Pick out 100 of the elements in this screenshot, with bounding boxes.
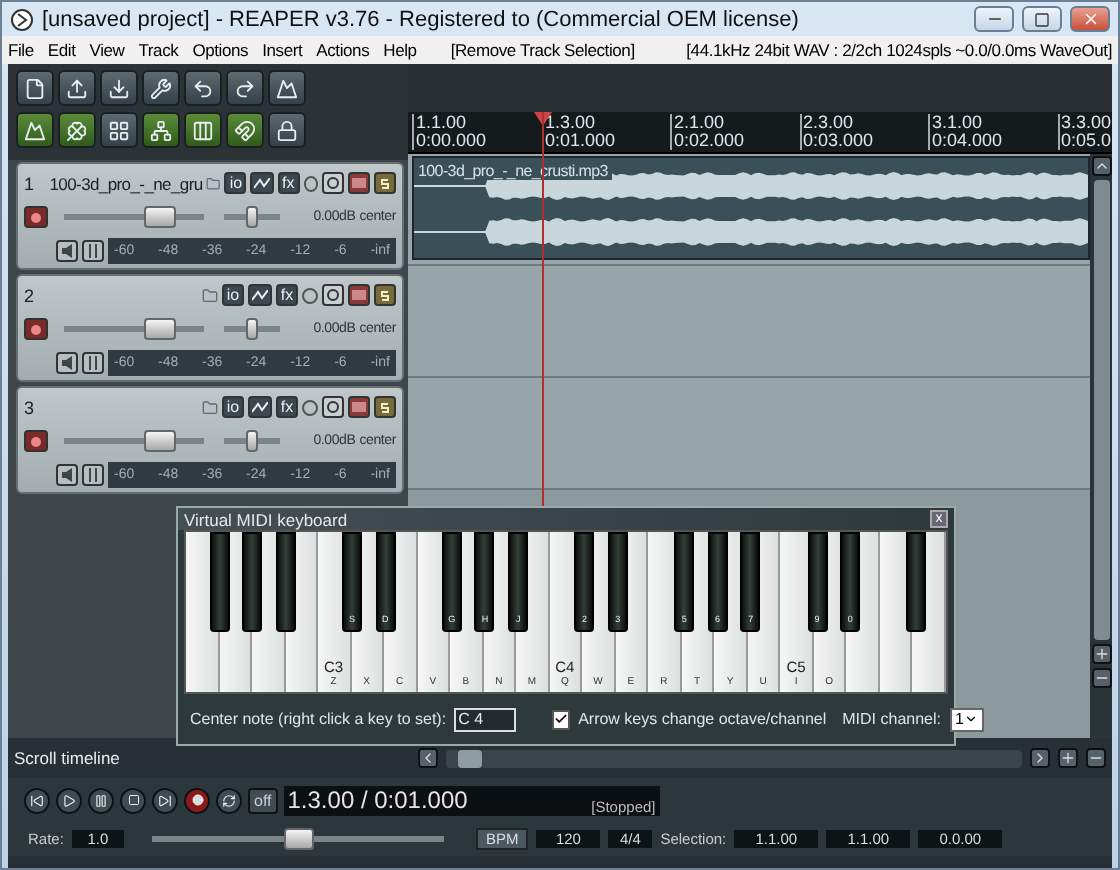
scroll-up-button[interactable] xyxy=(1091,156,1111,176)
record-arm-button[interactable] xyxy=(24,206,48,228)
io-button[interactable]: io xyxy=(222,396,244,418)
zoom-in-button[interactable] xyxy=(1091,644,1111,664)
toolbar-button[interactable] xyxy=(184,70,222,106)
pan-knob[interactable] xyxy=(246,206,258,228)
midi-channel-select[interactable]: 1 xyxy=(949,707,984,731)
volume-fader[interactable] xyxy=(143,206,176,228)
toolbar-button[interactable] xyxy=(268,70,306,106)
fx-button[interactable]: fx xyxy=(277,172,300,194)
menu-item[interactable]: Track xyxy=(138,40,179,60)
check-icon xyxy=(554,712,569,726)
io-button[interactable]: io xyxy=(224,172,247,194)
fx-bypass-dot[interactable] xyxy=(302,399,318,415)
off-button[interactable]: off xyxy=(248,787,278,813)
play-button[interactable] xyxy=(56,787,82,813)
toolbar-button[interactable] xyxy=(16,112,54,148)
zoom-in-button[interactable] xyxy=(1058,748,1078,768)
toolbar-button[interactable] xyxy=(58,70,96,106)
menu-item[interactable]: Actions xyxy=(316,40,370,60)
zoom-out-button[interactable] xyxy=(1091,668,1111,688)
horizontal-scrollbar[interactable] xyxy=(446,749,1022,767)
monitor-icon xyxy=(87,243,99,257)
record-button[interactable] xyxy=(184,787,210,813)
volume-fader[interactable] xyxy=(143,318,176,340)
toolbar-button[interactable] xyxy=(268,112,306,148)
phase-button[interactable] xyxy=(322,172,345,194)
envelope-button[interactable] xyxy=(250,172,274,194)
piano-key[interactable] xyxy=(906,532,927,632)
folder-icon xyxy=(206,175,221,191)
input-button[interactable] xyxy=(56,351,78,373)
scroll-left-button[interactable] xyxy=(418,748,438,768)
position-text: 1.3.00 / 0:01.000 xyxy=(287,786,468,814)
record-arm-button[interactable] xyxy=(24,430,48,452)
vertical-scrollbar[interactable] xyxy=(1090,154,1112,738)
pause-button[interactable] xyxy=(88,787,114,813)
menu-item[interactable]: View xyxy=(89,40,125,60)
phase-button[interactable] xyxy=(322,284,344,306)
go-to-start-button[interactable] xyxy=(24,787,50,813)
solo-button[interactable] xyxy=(374,396,396,418)
midi-channel-label: MIDI channel: xyxy=(842,710,941,728)
input-button[interactable] xyxy=(56,239,78,261)
monitor-button[interactable] xyxy=(82,351,104,373)
toolbar-button[interactable] xyxy=(226,70,264,106)
toolbar-button[interactable] xyxy=(16,70,54,106)
piano-key[interactable] xyxy=(275,532,296,632)
solo-button[interactable] xyxy=(374,284,396,306)
toolbar-button[interactable] xyxy=(184,112,222,148)
checkbox-label: Arrow keys change octave/channel xyxy=(578,710,827,728)
piano-key[interactable] xyxy=(209,532,230,632)
toolbar-button[interactable] xyxy=(58,112,96,148)
scroll-right-button[interactable] xyxy=(1030,748,1050,768)
track-name[interactable]: 100-3d_pro_-_ne_gru xyxy=(49,173,203,193)
menu-item[interactable]: Options xyxy=(192,40,249,60)
maximize-icon xyxy=(1034,11,1050,27)
toolbar-button[interactable] xyxy=(226,112,264,148)
input-button[interactable] xyxy=(56,463,78,485)
monitor-button[interactable] xyxy=(82,463,104,485)
toolbar-button[interactable] xyxy=(142,70,180,106)
close-button[interactable] xyxy=(1070,6,1110,32)
center-note-label: Center note (right click a key to set): xyxy=(190,710,447,728)
pan-knob[interactable] xyxy=(246,318,258,340)
mute-button[interactable] xyxy=(348,396,370,418)
pan-knob[interactable] xyxy=(246,430,258,452)
menu-action[interactable]: [Remove Track Selection] xyxy=(450,40,635,60)
volume-fader[interactable] xyxy=(143,430,176,452)
go-to-end-button[interactable] xyxy=(152,787,178,813)
toolbar-button[interactable] xyxy=(100,112,138,148)
skip-forward-icon xyxy=(158,793,172,807)
fx-bypass-dot[interactable] xyxy=(303,175,319,191)
fx-bypass-dot[interactable] xyxy=(302,287,318,303)
mute-button[interactable] xyxy=(348,284,370,306)
envelope-button[interactable] xyxy=(248,284,272,306)
zoom-out-button[interactable] xyxy=(1086,748,1106,768)
menu-item[interactable]: Edit xyxy=(47,40,76,60)
arrow-keys-checkbox[interactable] xyxy=(552,709,571,729)
minimize-button[interactable] xyxy=(974,6,1014,32)
repeat-button[interactable] xyxy=(216,787,242,813)
menu-item[interactable]: File xyxy=(8,40,34,60)
monitor-button[interactable] xyxy=(82,239,104,261)
piano-key[interactable] xyxy=(242,532,263,632)
menu-item[interactable]: Insert xyxy=(262,40,303,60)
solo-button[interactable] xyxy=(374,172,397,194)
timeline-ruler[interactable]: 1.1.00 0:00.000 1.3.00 0:01.000 2.1.00 0:02.000 2.3.00 0:03.000 3.1.00 0:04.000 3.3.00 0:05.0 xyxy=(408,112,1112,154)
fx-button[interactable]: fx xyxy=(276,284,298,306)
center-note-field[interactable]: C 4 xyxy=(454,707,517,731)
rate-thumb[interactable] xyxy=(283,828,314,850)
download-icon xyxy=(108,77,130,99)
menu-item[interactable]: Help xyxy=(383,40,417,60)
toolbar-button[interactable] xyxy=(142,112,180,148)
envelope-button[interactable] xyxy=(248,396,272,418)
io-button[interactable]: io xyxy=(222,284,244,306)
upload-icon xyxy=(66,77,88,99)
mute-button[interactable] xyxy=(348,172,371,194)
maximize-button[interactable] xyxy=(1022,6,1062,32)
record-arm-button[interactable] xyxy=(24,318,48,340)
fx-button[interactable]: fx xyxy=(276,396,298,418)
toolbar-button[interactable] xyxy=(100,70,138,106)
stop-button[interactable] xyxy=(120,787,146,813)
phase-button[interactable] xyxy=(322,396,344,418)
